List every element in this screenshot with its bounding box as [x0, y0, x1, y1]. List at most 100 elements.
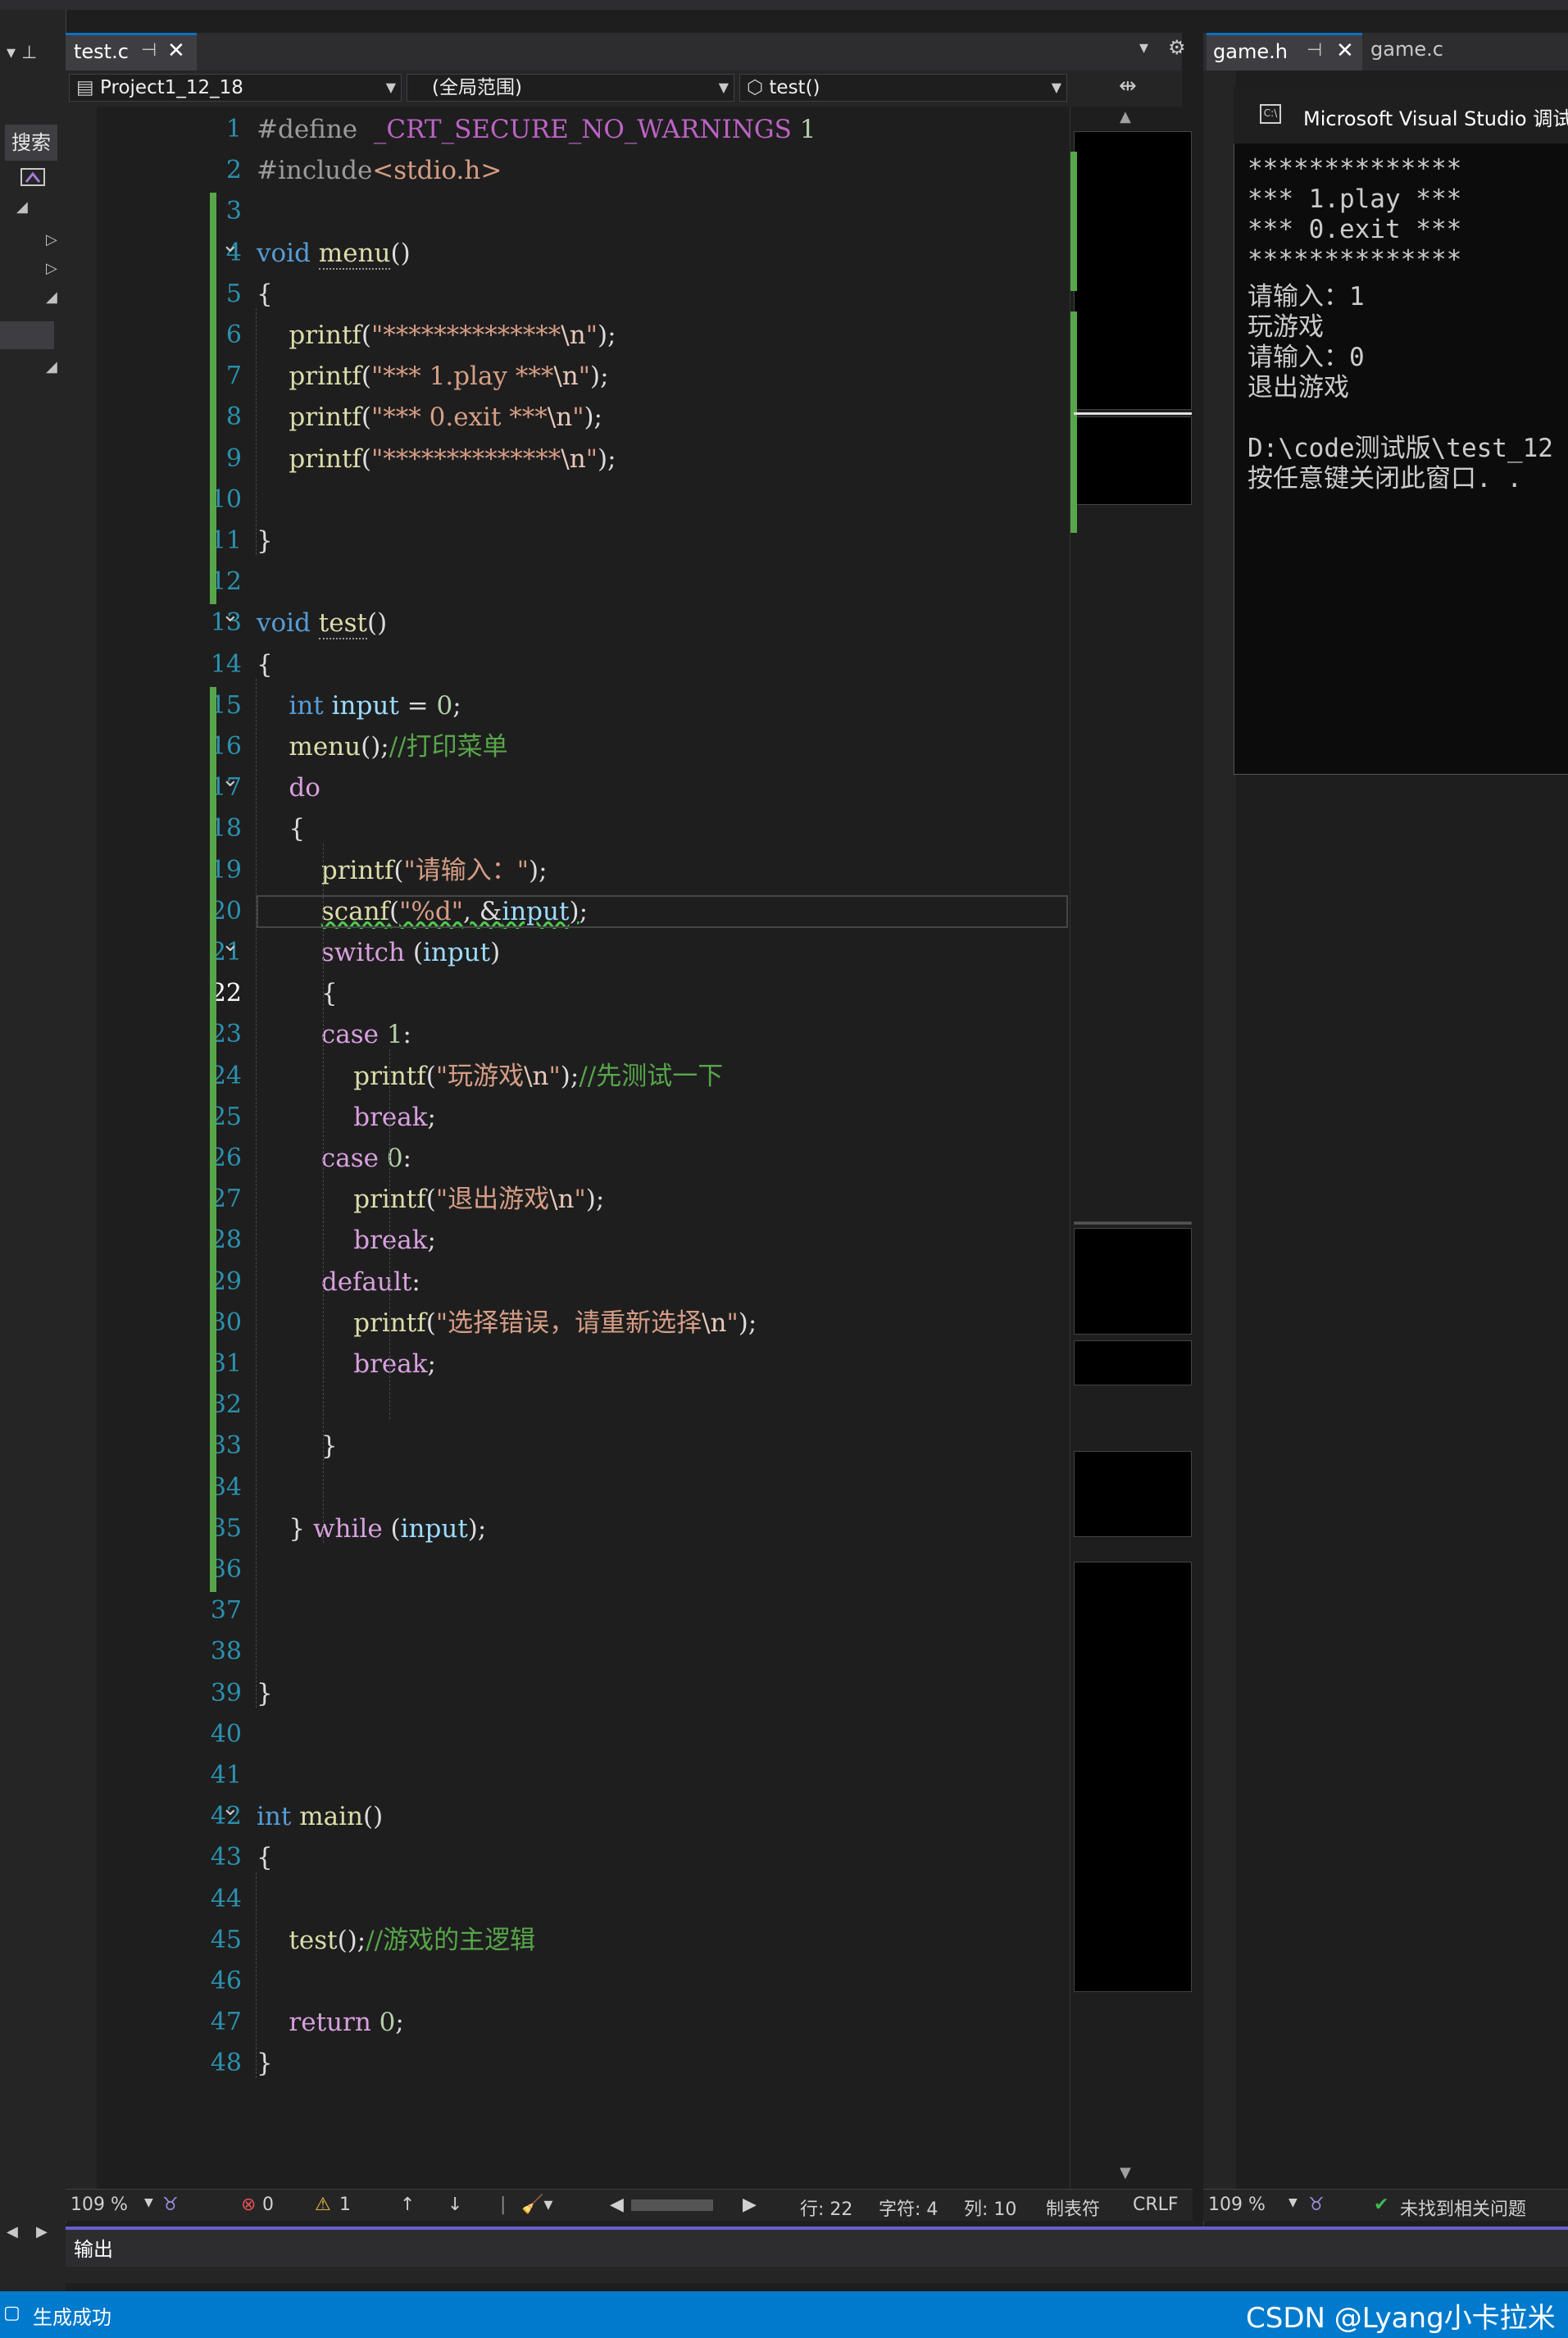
gear-icon[interactable]: ⚙ — [1168, 36, 1186, 59]
warning-icon[interactable]: ⚠ — [315, 2195, 331, 2215]
expand-icon[interactable]: ▷ — [46, 231, 57, 248]
code-line[interactable]: 43 { — [66, 1839, 1070, 1876]
line-number: 12 — [210, 567, 242, 597]
tabs-indicator[interactable]: 制表符 — [1046, 2195, 1100, 2221]
close-icon[interactable]: ✕ — [1336, 39, 1354, 63]
search-tab[interactable]: 搜索 — [5, 125, 57, 161]
line-number: 35 — [210, 1513, 242, 1543]
pin-icon[interactable]: ⊣ — [1307, 40, 1322, 61]
error-icon[interactable]: ⊗ — [241, 2195, 256, 2215]
copilot-icon[interactable]: ♉ — [162, 2195, 179, 2215]
zoom-level[interactable]: 109 % — [70, 2195, 128, 2215]
scope-dropdown[interactable]: (全局范围) ▼ — [407, 74, 734, 102]
chevron-down-icon: ▼ — [718, 80, 729, 95]
pin-icon[interactable]: ▾ ⊥ — [7, 43, 56, 72]
fold-chevron-icon[interactable]: ⌄ — [221, 1798, 239, 1819]
code-line[interactable]: 47 return 0; — [66, 2004, 1070, 2041]
arrow-up-icon[interactable]: ↑ — [400, 2195, 415, 2215]
indent-guide — [256, 678, 257, 1708]
code-text: int main() — [257, 1802, 384, 1832]
fold-chevron-icon[interactable]: ⌄ — [221, 604, 239, 625]
horizontal-scrollbar[interactable] — [631, 2199, 713, 2211]
code-line[interactable]: 44 — [66, 1881, 1070, 1918]
eol-indicator[interactable]: CRLF — [1133, 2195, 1179, 2215]
scroll-left-icon[interactable]: ◀ — [610, 2195, 624, 2215]
code-line[interactable]: 39} — [66, 1675, 1070, 1713]
expand-icon[interactable]: ▷ — [46, 260, 57, 277]
tab-test-c[interactable]: test.c ⊣ ✕ — [66, 33, 197, 71]
line-number: 29 — [210, 1267, 242, 1296]
line-number: 14 — [210, 649, 242, 679]
code-line[interactable]: 13 ⌄ void test() — [66, 604, 1070, 642]
zoom-level[interactable]: 109 % — [1208, 2195, 1266, 2215]
collapse-icon[interactable]: ◢ — [16, 198, 28, 216]
warning-count[interactable]: 1 — [339, 2195, 351, 2215]
class-view-icon[interactable] — [20, 166, 48, 193]
code-text: { — [257, 979, 338, 1009]
error-count[interactable]: 0 — [262, 2195, 274, 2215]
fold-chevron-icon[interactable]: ⌄ — [221, 769, 239, 790]
collapse-icon[interactable]: ◢ — [46, 358, 57, 375]
code-line[interactable]: 45 test();//游戏的主逻辑 — [66, 1922, 1070, 1959]
fold-chevron-icon[interactable]: ⌄ — [221, 934, 239, 955]
console-title-bar[interactable]: C:\ Microsoft Visual Studio 调试控 — [1234, 86, 1568, 143]
scroll-right-icon[interactable]: ▶ — [36, 2223, 48, 2240]
line-number: 31 — [210, 1349, 242, 1378]
code-text: printf("请输入："); — [320, 855, 548, 885]
copilot-icon[interactable]: ♉ — [1308, 2195, 1325, 2215]
navigation-bar: ▤ Project1_12_18 ▼ (全局范围) ▼ ⬡ test() ▼ ⇹ — [66, 71, 1182, 107]
line-indicator[interactable]: 行: 22 — [800, 2195, 852, 2221]
fold-chevron-icon[interactable]: ⌄ — [221, 234, 239, 256]
arrow-down-icon[interactable]: ↓ — [448, 2195, 462, 2215]
project-dropdown[interactable]: ▤ Project1_12_18 ▼ — [69, 74, 402, 102]
pin-icon[interactable]: ⊣ — [141, 40, 157, 61]
line-number: 32 — [210, 1390, 242, 1420]
code-line[interactable]: 46 — [66, 1963, 1070, 2000]
collapse-icon[interactable]: ◢ — [46, 289, 57, 306]
line-number: 46 — [210, 1967, 242, 1995]
code-text: case 0: — [320, 1144, 411, 1173]
split-icon[interactable]: ⇹ — [1119, 74, 1137, 98]
close-icon[interactable]: ✕ — [167, 39, 185, 63]
member-dropdown[interactable]: ⬡ test() ▼ — [739, 74, 1067, 102]
column-indicator[interactable]: 列: 10 — [964, 2195, 1016, 2221]
issues-status[interactable]: 未找到相关问题 — [1400, 2195, 1526, 2221]
title-strip — [0, 0, 1568, 10]
code-line[interactable]: 2 #include<stdio.h> — [66, 152, 1070, 189]
current-line-highlight — [257, 895, 1068, 928]
scroll-up-icon[interactable]: ▲ — [1120, 108, 1131, 125]
minimap-scrollbar[interactable]: ▲ ▼ — [1070, 107, 1193, 2193]
scroll-down-icon[interactable]: ▼ — [1120, 2164, 1131, 2181]
secondary-tab-bar: game.h ⊣ ✕ game.c — [1203, 33, 1568, 71]
output-title[interactable]: 输出 — [74, 2233, 113, 2262]
code-line[interactable]: 14 { — [66, 646, 1070, 684]
code-line[interactable]: 37 — [66, 1592, 1070, 1630]
cleanup-icon[interactable]: 🧹▾ — [521, 2195, 552, 2215]
code-line[interactable]: 41 — [66, 1757, 1070, 1794]
tree-selection[interactable] — [0, 321, 54, 349]
chevron-down-icon[interactable]: ▼ — [1288, 2196, 1298, 2209]
code-text: } while (input); — [257, 1513, 487, 1544]
left-bottom-controls: ◀ ▶ — [0, 2222, 66, 2291]
tab-game-c[interactable]: game.c — [1370, 38, 1443, 61]
code-line[interactable]: 40 — [66, 1716, 1070, 1754]
code-line[interactable]: 38 — [66, 1633, 1070, 1671]
char-indicator[interactable]: 字符: 4 — [879, 2195, 938, 2221]
code-line[interactable]: 1 #define _CRT_SECURE_NO_WARNINGS 1 — [66, 111, 1070, 148]
scroll-right-icon[interactable]: ▶ — [743, 2195, 757, 2215]
minimap-divider — [1074, 1221, 1192, 1225]
code-text: case 1: — [320, 1020, 411, 1050]
code-line[interactable]: 48} — [66, 2045, 1070, 2082]
line-number: 36 — [210, 1555, 242, 1584]
scroll-left-icon[interactable]: ◀ — [7, 2223, 18, 2240]
tab-game-h[interactable]: game.h ⊣ ✕ — [1207, 33, 1362, 71]
code-line[interactable]: 42 ⌄ int main() — [66, 1798, 1070, 1835]
editor-tab-bar: test.c ⊣ ✕ ▾ ⚙ — [66, 33, 1186, 71]
code-text: { — [257, 279, 273, 309]
line-number: 16 — [210, 732, 242, 761]
line-number: 24 — [210, 1061, 242, 1090]
minimap-region — [1074, 1562, 1192, 1992]
chevron-down-icon: ▼ — [385, 80, 396, 95]
chevron-down-icon[interactable]: ▼ — [144, 2196, 153, 2209]
tab-overflow-icon[interactable]: ▾ — [1139, 38, 1148, 58]
